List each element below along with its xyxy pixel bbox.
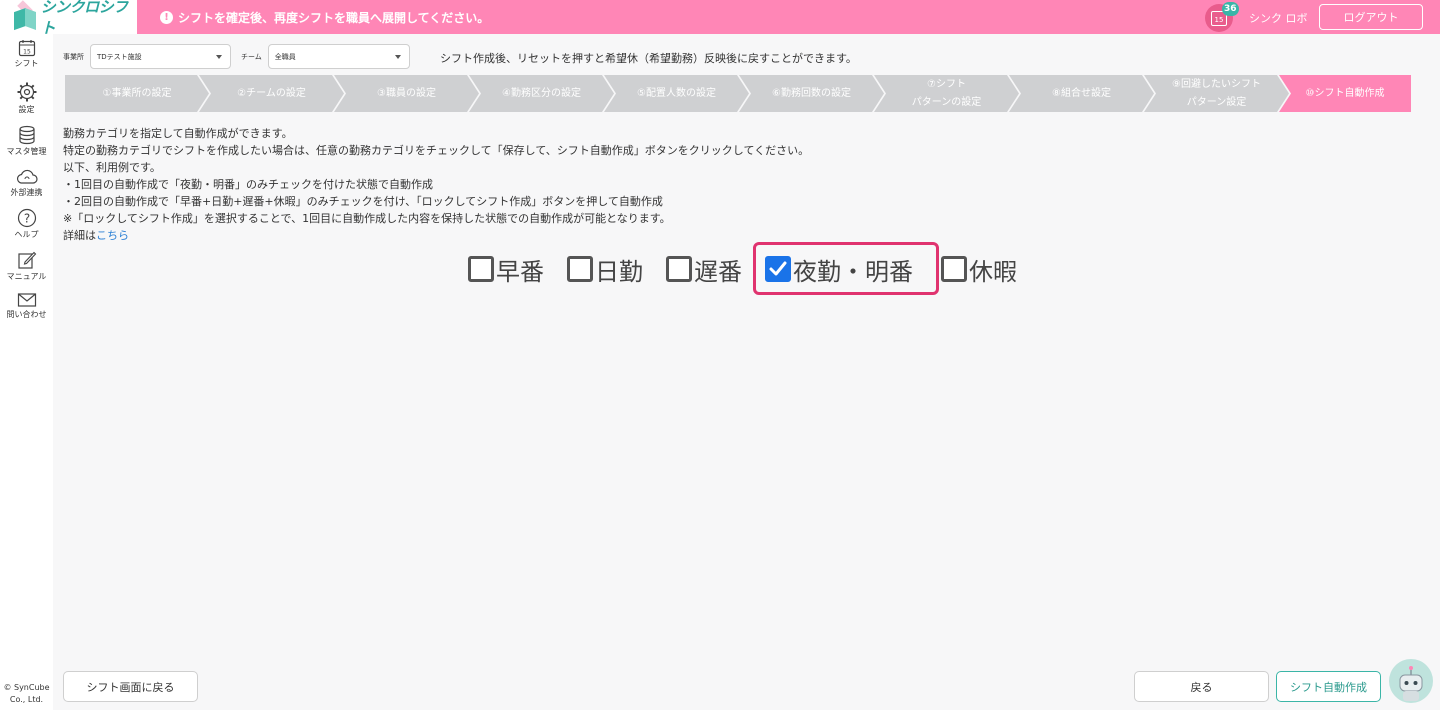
cloud-icon [16,169,38,184]
filter-row: 事業所 TDテスト施設 チーム 全職員 [63,44,410,69]
category-late[interactable]: 遅番 [666,249,742,289]
logo-text: シンクロシフト [40,0,129,37]
sidebar-item-master[interactable]: マスタ管理 [0,125,53,157]
assistant-robot-icon[interactable] [1389,659,1433,703]
checkbox[interactable] [567,256,593,282]
logout-button[interactable]: ログアウト [1319,4,1423,30]
help-icon: ? [17,208,36,228]
category-early[interactable]: 早番 [468,249,544,289]
svg-text:15: 15 [23,49,31,56]
step-9[interactable]: ⑨回避したいシフト パターン設定 [1144,75,1289,112]
main-content: 事業所 TDテスト施設 チーム 全職員 シフト作成後、リセットを押すと希望休（希… [53,34,1440,710]
mail-icon [17,293,36,307]
checkbox-label: 休暇 [969,257,1017,286]
office-select[interactable]: TDテスト施設 [90,44,231,69]
checkbox[interactable] [941,256,967,282]
user-name: シンク ロボ [1249,12,1308,25]
step-1[interactable]: ①事業所の設定 [65,75,209,112]
checkbox[interactable] [666,256,692,282]
sidebar-item-label: 外部連携 [10,188,43,197]
desc-line: ・1回目の自動作成で「夜勤・明番」のみチェックを付けた状態で自動作成 [63,178,433,191]
logo-mark-icon [12,0,37,31]
sidebar-item-label: マスタ管理 [6,147,47,156]
edit-icon [17,251,36,269]
exclamation-icon: ! [160,11,173,24]
copyright: © SynCube Co., Ltd. [3,683,50,704]
office-label: 事業所 [63,52,84,61]
back-to-shift-button[interactable]: シフト画面に戻る [63,671,198,702]
top-header: シンクロシフト ! シフトを確定後、再度シフトを職員へ展開してください。 15 … [0,0,1440,37]
checkbox-label: 早番 [496,257,544,286]
desc-line: ・2回目の自動作成で「早番+日勤+遅番+休暇」のみチェックを付け、「ロックしてシ… [63,195,663,208]
step-progress: ①事業所の設定 ②チームの設定 ③職員の設定 ④勤務区分の設定 ⑤配置人数の設定… [65,75,1411,112]
team-select-value: 全職員 [274,52,296,61]
sidebar: 15 シフト 設定 マスタ管理 外部連携 ? ヘルプ マニュアル 問い合わせ ©… [0,34,53,710]
sidebar-item-label: 設定 [18,105,35,114]
step-4[interactable]: ④勤務区分の設定 [469,75,614,112]
sidebar-item-shift[interactable]: 15 シフト [0,39,53,69]
reset-info-text: シフト作成後、リセットを押すと希望休（希望勤務）反映後に戻すことができます。 [440,52,857,65]
sidebar-item-label: ヘルプ [14,230,39,239]
notice-text: シフトを確定後、再度シフトを職員へ展開してください。 [178,11,490,25]
step-7[interactable]: ⑦シフト パターンの設定 [874,75,1019,112]
step-3[interactable]: ③職員の設定 [334,75,479,112]
sidebar-item-label: マニュアル [6,272,47,281]
category-day[interactable]: 日勤 [567,249,643,289]
desc-line: 勤務カテゴリを指定して自動作成ができます。 [63,127,293,140]
step-10[interactable]: ⑩シフト自動作成 [1279,75,1411,112]
sidebar-item-external[interactable]: 外部連携 [0,168,53,198]
sidebar-item-label: 問い合わせ [6,310,47,319]
desc-line: 特定の勤務カテゴリでシフトを作成したい場合は、任意の勤務カテゴリをチェックして「… [63,144,810,157]
auto-create-button[interactable]: シフト自動作成 [1276,671,1381,702]
details-link[interactable]: こちら [96,229,129,242]
desc-line: ※「ロックしてシフト作成」を選択することで、1回目に自動作成した内容を保持した状… [63,212,671,225]
sidebar-item-label: シフト [14,59,39,68]
details-line: 詳細はこちら [63,229,129,242]
checkbox[interactable] [468,256,494,282]
step-6[interactable]: ⑥勤務回数の設定 [739,75,884,112]
office-select-value: TDテスト施設 [97,52,142,61]
database-icon [18,125,35,145]
svg-text:?: ? [23,212,29,226]
checkbox-label: 遅番 [694,257,742,286]
desc-line: 以下、利用例です。 [63,161,161,174]
sidebar-item-settings[interactable]: 設定 [0,81,53,115]
notification-badge: 36 [1222,2,1239,16]
sidebar-item-help[interactable]: ? ヘルプ [0,208,53,240]
step-5[interactable]: ⑤配置人数の設定 [604,75,749,112]
notice-banner: ! シフトを確定後、再度シフトを職員へ展開してください。 [160,9,489,26]
highlight-frame [753,242,939,295]
sidebar-item-manual[interactable]: マニュアル [0,250,53,282]
team-label: チーム [241,52,262,61]
step-2[interactable]: ②チームの設定 [199,75,344,112]
robot-icon [1399,666,1423,701]
chevron-down-icon [216,54,222,59]
gear-icon [17,82,36,102]
team-select[interactable]: 全職員 [267,44,410,69]
logo[interactable]: シンクロシフト [0,0,137,37]
checkbox-label: 日勤 [595,257,643,286]
sidebar-item-contact[interactable]: 問い合わせ [0,292,53,320]
back-button[interactable]: 戻る [1134,671,1269,702]
category-holiday[interactable]: 休暇 [941,249,1017,289]
step-8[interactable]: ⑧組合せ設定 [1009,75,1154,112]
chevron-down-icon [394,54,401,59]
calendar-icon: 15 [18,40,35,57]
description: 勤務カテゴリを指定して自動作成ができます。 特定の勤務カテゴリでシフトを作成した… [63,125,809,244]
